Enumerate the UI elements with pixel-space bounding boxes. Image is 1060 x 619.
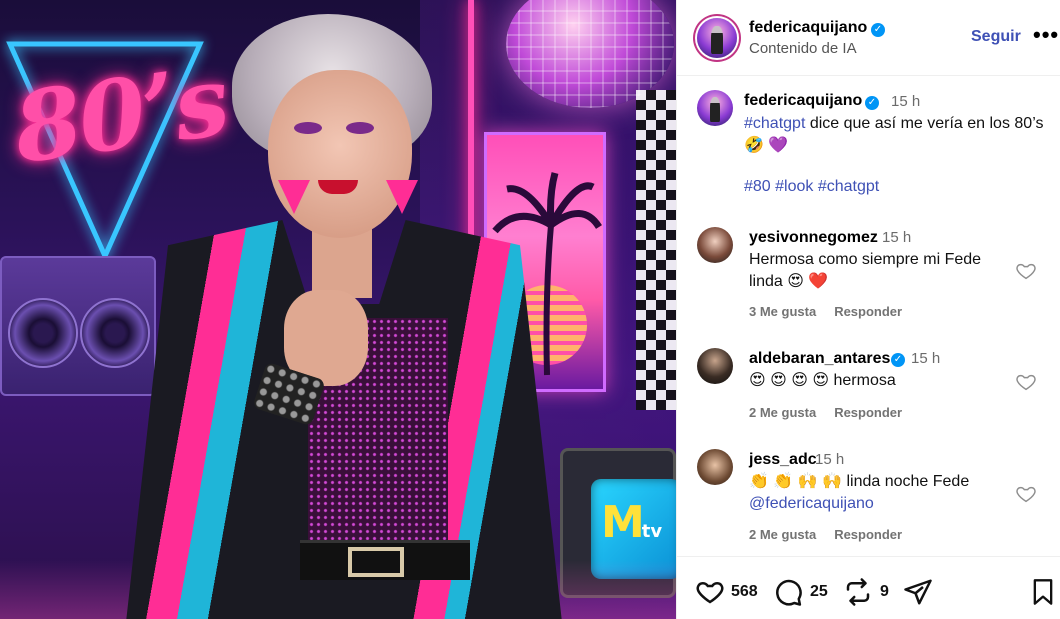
- speaker-left: [8, 298, 78, 368]
- more-options-icon[interactable]: •••: [1033, 22, 1059, 48]
- comment-meta: 2 Me gusta Responder: [749, 405, 920, 420]
- tv-logo: Mtv: [601, 497, 663, 548]
- comment-text: 😍 😍 😍 😍 hermosa: [749, 372, 896, 389]
- verified-badge-icon: ✓: [871, 23, 885, 37]
- caption-time[interactable]: 15 h: [891, 93, 920, 110]
- follow-button[interactable]: Seguir: [971, 28, 1021, 46]
- comment-meta: 3 Me gusta Responder: [749, 304, 920, 319]
- action-bar: 568 25 9: [677, 556, 1060, 619]
- like-comment-heart-icon[interactable]: [1015, 483, 1037, 505]
- comment-avatar[interactable]: [697, 227, 733, 263]
- comment-time[interactable]: 15 h: [815, 451, 844, 468]
- comment-bubble-icon[interactable]: [773, 577, 803, 607]
- comment-time[interactable]: 15 h: [882, 229, 911, 246]
- like-heart-icon[interactable]: [695, 577, 725, 607]
- checker-pattern: [636, 90, 676, 410]
- share-send-icon[interactable]: [903, 577, 933, 607]
- eye-left: [294, 122, 322, 134]
- like-comment-heart-icon[interactable]: [1015, 260, 1037, 282]
- hashtag-link[interactable]: #chatgpt: [744, 115, 805, 132]
- comment-likes-link[interactable]: 2 Me gusta: [749, 405, 816, 420]
- verified-badge-icon: ✓: [865, 96, 879, 110]
- caption-text: #chatgpt dice que así me vería en los 80…: [744, 113, 1044, 157]
- comment-time[interactable]: 15 h: [911, 350, 940, 367]
- comment-avatar[interactable]: [697, 348, 733, 384]
- belt: [300, 540, 470, 580]
- reply-button[interactable]: Responder: [834, 405, 902, 420]
- caption-author-avatar[interactable]: [697, 90, 733, 126]
- verified-badge-icon: ✓: [891, 353, 905, 367]
- caption-author-username[interactable]: federicaquijano: [744, 92, 862, 110]
- post-image[interactable]: 80’s Mtv: [0, 0, 676, 619]
- reply-button[interactable]: Responder: [834, 527, 902, 542]
- repost-icon[interactable]: [843, 577, 873, 607]
- comment-likes-link[interactable]: 3 Me gusta: [749, 304, 816, 319]
- like-comment-heart-icon[interactable]: [1015, 371, 1037, 393]
- caption-body: dice que así me vería en los 80’s: [805, 115, 1044, 132]
- comment-likes-link[interactable]: 2 Me gusta: [749, 527, 816, 542]
- comment-username[interactable]: jess_adc: [749, 451, 817, 469]
- reply-button[interactable]: Responder: [834, 304, 902, 319]
- ai-content-label[interactable]: Contenido de IA: [749, 40, 857, 57]
- comment-meta: 2 Me gusta Responder: [749, 527, 920, 542]
- author-avatar[interactable]: [697, 18, 737, 58]
- post-sidebar: federicaquijano ✓ Contenido de IA Seguir…: [676, 0, 1060, 619]
- likes-count[interactable]: 568: [731, 583, 758, 601]
- boombox: [0, 256, 156, 396]
- reposts-count[interactable]: 9: [880, 583, 889, 601]
- comment-text: 👏 👏 🙌 🙌 linda noche Fede @federicaquijan…: [749, 471, 999, 515]
- post-header: federicaquijano ✓ Contenido de IA Seguir…: [677, 0, 1060, 76]
- neck: [312, 228, 372, 298]
- belt-buckle: [348, 547, 404, 577]
- mention-link[interactable]: @federicaquijano: [749, 495, 874, 512]
- comment-username[interactable]: aldebaran_antares: [749, 350, 890, 368]
- comment-body: 👏 👏 🙌 🙌 linda noche Fede: [749, 473, 970, 490]
- comment-text: Hermosa como siempre mi Fede linda 😍 ❤️: [749, 251, 982, 290]
- caption-emojis: 🤣 💜: [744, 137, 789, 154]
- speaker-right: [80, 298, 150, 368]
- save-bookmark-icon[interactable]: [1029, 577, 1057, 607]
- caption-hashtags[interactable]: #80 #look #chatgpt: [744, 178, 879, 196]
- comment-avatar[interactable]: [697, 449, 733, 485]
- author-username[interactable]: federicaquijano: [749, 19, 867, 37]
- earring-right: [386, 180, 418, 214]
- comments-count[interactable]: 25: [810, 583, 828, 601]
- earring-left: [278, 180, 310, 214]
- comment-username[interactable]: yesivonnegomez: [749, 229, 878, 247]
- eye-right: [346, 122, 374, 134]
